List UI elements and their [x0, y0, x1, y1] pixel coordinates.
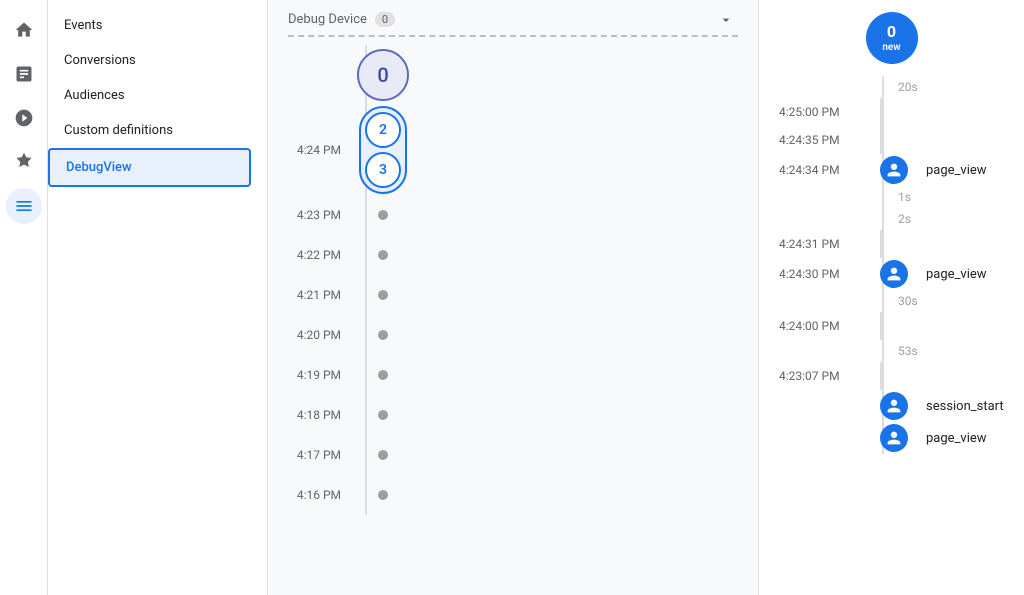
sidebar-item-custom-definitions[interactable]: Custom definitions	[48, 113, 259, 148]
event-row-page-view-2: page_view	[779, 422, 1004, 454]
event-icon-page-view-2	[880, 424, 908, 452]
event-time-42431: 4:24:31 PM	[779, 237, 874, 251]
time-label-424: 4:24 PM	[288, 143, 353, 157]
debug-device-label: Debug Device	[288, 12, 367, 27]
event-time-42500: 4:25:00 PM	[779, 105, 874, 119]
time-label-420: 4:20 PM	[288, 328, 353, 342]
debug-bar: Debug Device 0	[268, 12, 758, 35]
interval-2s: 2s	[779, 208, 1004, 230]
interval-1s: 1s	[779, 186, 1004, 208]
dot-416	[378, 490, 388, 500]
event-row-42431: 4:24:31 PM	[779, 230, 1004, 258]
event-time-42400: 4:24:00 PM	[779, 319, 874, 333]
event-panel: 0 new 20s 4:25:00 PM 4:24:35 PM 4:24:34 …	[758, 0, 1024, 595]
dot-417	[378, 450, 388, 460]
dot-423	[378, 210, 388, 220]
interval-20s: 20s	[779, 76, 1004, 98]
timeline-panel: Debug Device 0 0 4:24 PM	[268, 0, 758, 595]
event-row-session-start: session_start	[779, 390, 1004, 422]
event-bubble-2: 2	[365, 112, 401, 148]
nav-reports[interactable]	[6, 56, 42, 92]
event-pill-424[interactable]: 2 3	[359, 106, 407, 194]
time-label-423: 4:23 PM	[288, 208, 353, 222]
debug-dropdown-button[interactable]	[714, 8, 738, 32]
event-time-42435: 4:24:35 PM	[779, 133, 874, 147]
dot-419	[378, 370, 388, 380]
event-icon-session-start	[880, 392, 908, 420]
events-timeline: 20s 4:25:00 PM 4:24:35 PM 4:24:34 PM p	[779, 76, 1004, 454]
interval-30s: 30s	[779, 290, 1004, 312]
event-bubble-3: 3	[365, 152, 401, 188]
event-name-42434: page_view	[926, 163, 987, 178]
dot-418	[378, 410, 388, 420]
event-time-42430: 4:24:30 PM	[779, 267, 874, 281]
top-count-circle: 0	[357, 49, 409, 101]
time-label-421: 4:21 PM	[288, 288, 353, 302]
time-label-419: 4:19 PM	[288, 368, 353, 382]
time-label-422: 4:22 PM	[288, 248, 353, 262]
new-badge: 0 new	[866, 12, 918, 64]
event-name-session-start: session_start	[926, 399, 1004, 414]
sidebar-item-conversions[interactable]: Conversions	[48, 43, 259, 78]
sidebar-item-debugview[interactable]: DebugView	[48, 148, 251, 187]
event-row-42500: 4:25:00 PM	[779, 98, 1004, 126]
sidebar: Events Conversions Audiences Custom defi…	[48, 0, 268, 595]
event-row-42400: 4:24:00 PM	[779, 312, 1004, 340]
event-icon-42430	[880, 260, 908, 288]
event-name-42430: page_view	[926, 267, 987, 282]
time-label-417: 4:17 PM	[288, 448, 353, 462]
time-label-416: 4:16 PM	[288, 488, 353, 502]
event-time-42434: 4:24:34 PM	[779, 163, 874, 177]
nav-home[interactable]	[6, 12, 42, 48]
interval-53s: 53s	[779, 340, 1004, 362]
sidebar-item-audiences[interactable]: Audiences	[48, 78, 259, 113]
sidebar-item-events[interactable]: Events	[48, 8, 259, 43]
event-row-42434: 4:24:34 PM page_view	[779, 154, 1004, 186]
icon-nav	[0, 0, 48, 595]
main-content: Debug Device 0 0 4:24 PM	[268, 0, 1024, 595]
event-row-42435: 4:24:35 PM	[779, 126, 1004, 154]
debug-device-count: 0	[375, 12, 395, 27]
event-time-42307: 4:23:07 PM	[779, 369, 874, 383]
dotted-divider	[288, 35, 738, 37]
dot-420	[378, 330, 388, 340]
event-name-page-view-2: page_view	[926, 431, 987, 446]
event-icon-42434	[880, 156, 908, 184]
time-label-418: 4:18 PM	[288, 408, 353, 422]
dot-422	[378, 250, 388, 260]
nav-explore[interactable]	[6, 100, 42, 136]
dot-421	[378, 290, 388, 300]
nav-configure[interactable]	[6, 188, 42, 224]
event-row-42430: 4:24:30 PM page_view	[779, 258, 1004, 290]
event-row-42307: 4:23:07 PM	[779, 362, 1004, 390]
nav-advertising[interactable]	[6, 144, 42, 180]
